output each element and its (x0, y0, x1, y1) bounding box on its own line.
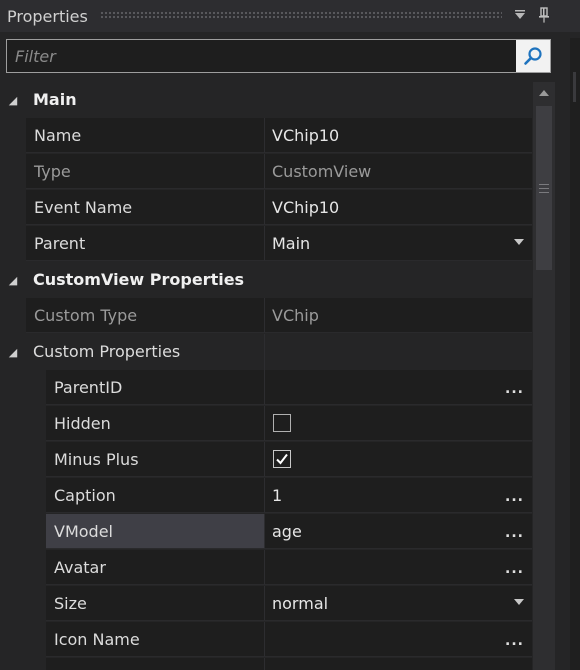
filter-input[interactable] (7, 40, 515, 72)
property-value: VChip (264, 298, 532, 333)
minus-plus-checkbox[interactable] (273, 450, 291, 468)
pin-icon[interactable] (534, 4, 554, 26)
dropdown-arrow-icon[interactable] (514, 599, 524, 605)
property-row[interactable]: ParentID ... (0, 370, 532, 406)
scrollbar-thumb[interactable] (536, 106, 552, 270)
titlebar-grip[interactable] (100, 11, 502, 19)
collapse-triangle-icon[interactable]: ◢ (4, 262, 22, 298)
collapse-triangle-icon[interactable]: ◢ (4, 82, 22, 118)
property-value-cell (264, 406, 532, 441)
property-row[interactable]: Size normal (0, 586, 532, 622)
property-row[interactable]: Avatar ... (0, 550, 532, 586)
property-row[interactable]: Custom Type VChip (0, 298, 532, 334)
ellipsis-button[interactable]: ... (505, 370, 524, 405)
property-value-cell[interactable]: ... (264, 370, 532, 405)
panel-title: Properties (7, 6, 88, 26)
property-value-cell[interactable]: ... (264, 622, 532, 657)
property-grid: ◢ Main Name VChip10 Type CustomView Even… (0, 82, 532, 670)
search-icon[interactable] (516, 40, 550, 72)
property-value: CustomView (264, 154, 532, 189)
property-name: Avatar (46, 550, 264, 585)
parent-dropdown[interactable]: Main (264, 226, 532, 261)
size-dropdown[interactable]: normal (264, 586, 532, 621)
property-name: Caption (46, 478, 264, 513)
property-name: Event Name (26, 190, 264, 225)
property-value[interactable]: VChip10 (264, 118, 532, 153)
property-value[interactable]: VChip10 (264, 190, 532, 225)
filter-box (6, 39, 551, 73)
property-value: 1 (272, 486, 283, 505)
hidden-checkbox[interactable] (273, 414, 291, 432)
property-value: normal (272, 594, 329, 613)
panel-titlebar: Properties (0, 0, 580, 32)
property-row[interactable]: Type CustomView (0, 154, 532, 190)
dropdown-arrow-icon[interactable] (514, 239, 524, 245)
category-customview-properties[interactable]: ◢ CustomView Properties (0, 262, 532, 298)
ellipsis-button[interactable]: ... (505, 550, 524, 585)
property-name-cell (46, 658, 264, 670)
collapse-triangle-icon[interactable]: ◢ (4, 334, 22, 370)
property-value-cell[interactable]: 1 ... (264, 478, 532, 513)
subgroup-custom-properties[interactable]: ◢ Custom Properties (0, 334, 532, 370)
category-label: Main (33, 90, 77, 109)
chevron-down-icon[interactable] (510, 4, 530, 26)
property-row[interactable]: Event Name VChip10 (0, 190, 532, 226)
category-main[interactable]: ◢ Main (0, 82, 532, 118)
property-row[interactable]: Caption 1 ... (0, 478, 532, 514)
property-row[interactable]: Minus Plus (0, 442, 532, 478)
property-value-cell[interactable]: ... (264, 550, 532, 585)
property-name: Type (26, 154, 264, 189)
property-name: Parent (26, 226, 264, 261)
panel-edge (570, 38, 580, 670)
property-name: Hidden (46, 406, 264, 441)
scroll-up-arrow-icon[interactable] (539, 90, 549, 96)
property-value: Main (272, 234, 311, 253)
ellipsis-button[interactable]: ... (505, 622, 524, 657)
property-row-selected[interactable]: VModel age ... (0, 514, 532, 550)
property-name: Custom Type (26, 298, 264, 333)
property-value-cell[interactable]: age ... (264, 514, 532, 549)
ellipsis-button[interactable]: ... (505, 658, 524, 670)
property-name: Name (26, 118, 264, 153)
subgroup-value (264, 334, 532, 370)
property-row-partial[interactable]: ... (0, 658, 532, 670)
property-name: ParentID (46, 370, 264, 405)
property-row[interactable]: Name VChip10 (0, 118, 532, 154)
grip-lines-icon (539, 184, 549, 193)
property-name: VModel (46, 514, 264, 549)
property-name: Minus Plus (46, 442, 264, 477)
property-value-cell[interactable]: ... (264, 658, 532, 670)
category-label: CustomView Properties (33, 270, 245, 289)
property-row[interactable]: Icon Name ... (0, 622, 532, 658)
subgroup-label: Custom Properties (33, 342, 181, 361)
property-row[interactable]: Hidden (0, 406, 532, 442)
vertical-scrollbar[interactable] (533, 82, 555, 670)
property-value-cell (264, 442, 532, 477)
property-name: Icon Name (46, 622, 264, 657)
ellipsis-button[interactable]: ... (505, 514, 524, 549)
property-row[interactable]: Parent Main (0, 226, 532, 262)
property-name: Size (46, 586, 264, 621)
property-value: age (272, 522, 302, 541)
ellipsis-button[interactable]: ... (505, 478, 524, 513)
